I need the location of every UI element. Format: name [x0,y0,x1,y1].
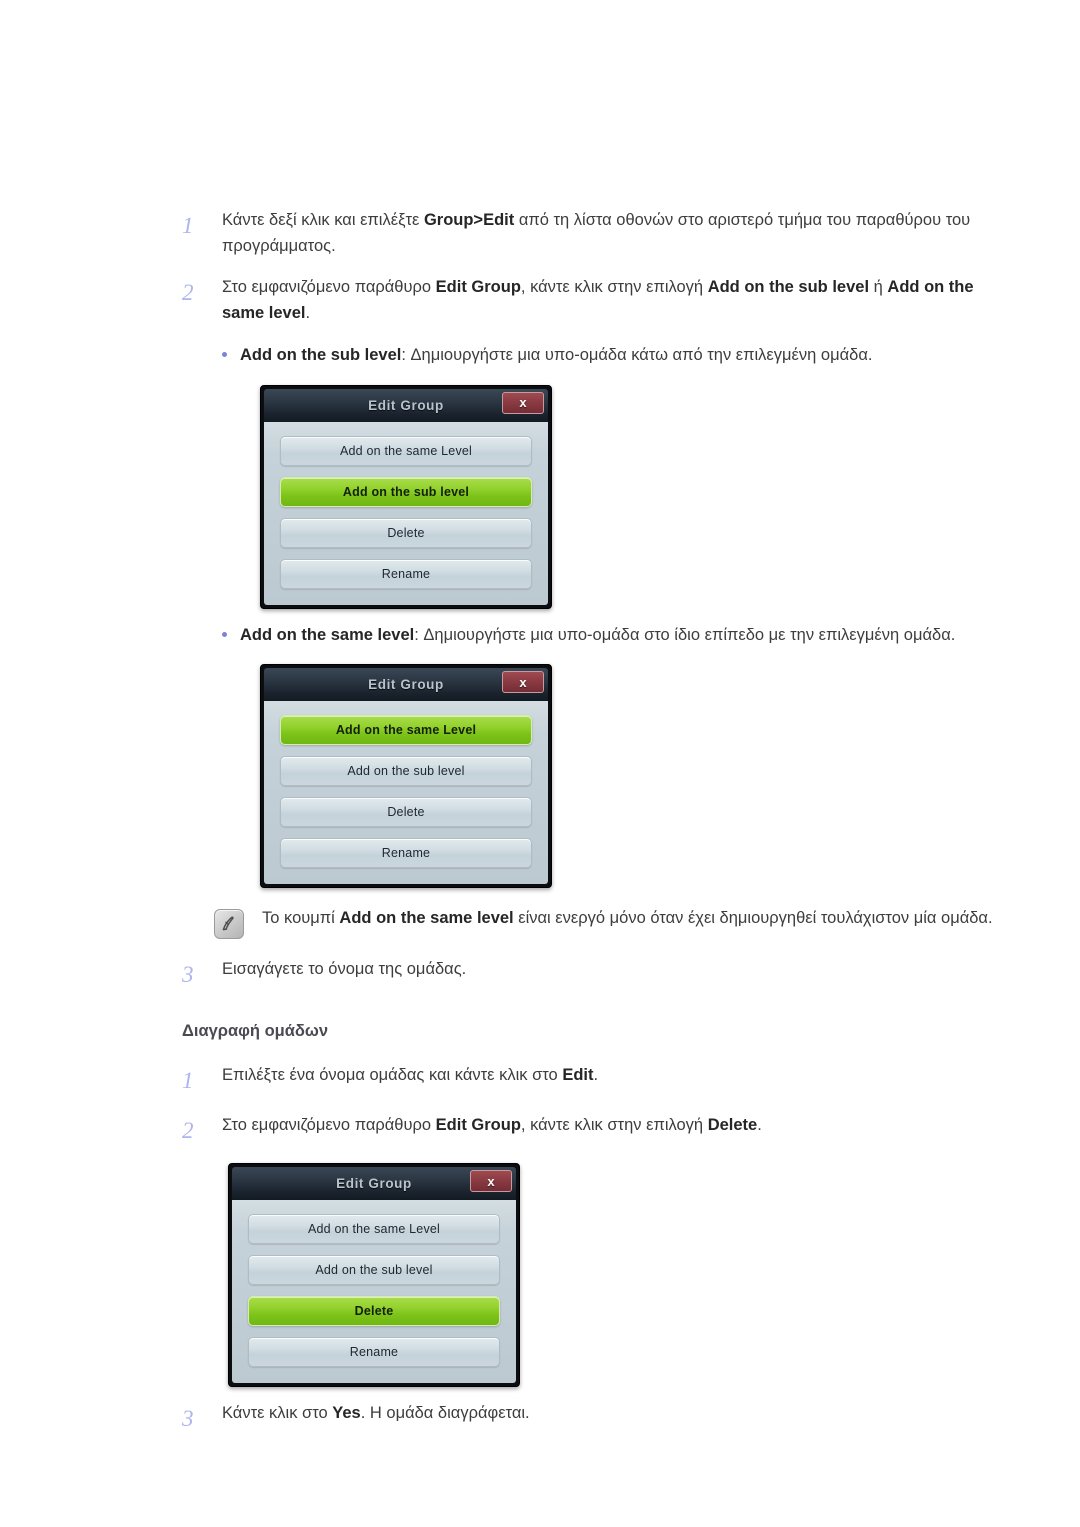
step-text: Κάντε κλικ στο Yes. Η ομάδα διαγράφεται. [222,1404,530,1423]
button-label: Add on the same Level [307,1222,441,1237]
dialog-titlebar: Edit Group x [264,668,548,702]
button-add-on-same-level[interactable]: Add on the same Level [280,715,532,746]
close-icon[interactable]: x [502,671,544,694]
bullet-add-on-sub-level: Add on the sub level: Δημιουργήστε μια υ… [222,343,1000,369]
dialog-body: Add on the same Level Add on the sub lev… [232,1200,516,1384]
dialog-titlebar: Edit Group x [264,388,548,422]
button-label: Add on the same Level [335,723,477,738]
step-text: Επιλέξτε ένα όνομα ομάδας και κάντε κλικ… [222,1065,599,1084]
button-label: Add on the sub level [347,764,465,779]
dialog-wrapper-sub-level: Edit Group x Add on the same Level Add o… [260,384,1000,609]
step-number: 2 [182,1118,194,1144]
dialog-title: Edit Group [336,1176,412,1192]
button-add-on-same-level[interactable]: Add on the same Level [248,1214,500,1245]
button-rename[interactable]: Rename [280,558,532,589]
page-content: 1 Κάντε δεξί κλικ και επιλέξτε Group>Edi… [182,208,1000,1452]
button-add-on-sub-level[interactable]: Add on the sub level [280,476,532,507]
step-text: Κάντε δεξί κλικ και επιλέξτε Group>Edit … [222,211,971,255]
step-create-3: 3 Εισαγάγετε το όνομα της ομάδας. [182,957,1000,991]
dialog-titlebar: Edit Group x [232,1167,516,1201]
button-label: Delete [387,805,425,820]
bullet-dot-icon [222,343,240,357]
close-icon-glyph: x [519,674,527,690]
button-add-on-same-level[interactable]: Add on the same Level [280,435,532,466]
bullet-dot-icon [222,623,240,637]
close-icon-glyph: x [519,395,527,411]
button-rename[interactable]: Rename [248,1337,500,1368]
step-number: 1 [182,1067,194,1093]
close-icon[interactable]: x [470,1170,512,1193]
bullet-text: Add on the same level: Δημιουργήστε μια … [240,625,956,644]
button-label: Add on the sub level [315,1263,433,1278]
edit-group-dialog[interactable]: Edit Group x Add on the same Level Add o… [260,384,552,609]
step-text: Στο εμφανιζόμενο παράθυρο Edit Group, κά… [222,278,974,323]
button-delete[interactable]: Delete [248,1296,500,1327]
edit-group-dialog[interactable]: Edit Group x Add on the same Level Add o… [260,664,552,889]
button-add-on-sub-level[interactable]: Add on the sub level [248,1255,500,1286]
button-label: Rename [381,846,431,861]
button-label: Delete [387,525,425,540]
edit-group-dialog[interactable]: Edit Group x Add on the same Level Add o… [228,1163,520,1388]
button-label: Rename [349,1345,399,1360]
dialog-title: Edit Group [368,677,444,693]
step-number: 3 [182,962,194,988]
dialog-title: Edit Group [368,397,444,413]
button-rename[interactable]: Rename [280,838,532,869]
step-delete-2: 2 Στο εμφανιζόμενο παράθυρο Edit Group, … [182,1113,1000,1147]
button-label: Delete [354,1304,394,1319]
step-text: Στο εμφανιζόμενο παράθυρο Edit Group, κά… [222,1116,762,1135]
button-label: Add on the sub level [342,484,470,499]
step-number: 2 [182,280,194,306]
manual-page: 1 Κάντε δεξί κλικ και επιλέξτε Group>Edi… [0,0,1080,1527]
bullet-add-on-same-level: Add on the same level: Δημιουργήστε μια … [222,623,1000,649]
note-block: Το κουμπί Add on the same level είναι εν… [214,906,1000,940]
dialog-body: Add on the same Level Add on the sub lev… [264,421,548,605]
step-create-1: 1 Κάντε δεξί κλικ και επιλέξτε Group>Edi… [182,208,1000,259]
step-number: 1 [182,213,194,238]
step-delete-3: 3 Κάντε κλικ στο Yes. Η ομάδα διαγράφετα… [182,1401,1000,1435]
button-add-on-sub-level[interactable]: Add on the sub level [280,756,532,787]
note-text: Το κουμπί Add on the same level είναι εν… [262,909,993,928]
note-pencil-icon [214,906,262,940]
button-delete[interactable]: Delete [280,517,532,548]
close-icon-glyph: x [487,1173,495,1189]
bullet-text: Add on the sub level: Δημιουργήστε μια υ… [240,345,873,364]
button-label: Add on the same Level [339,443,473,458]
step-delete-1: 1 Επιλέξτε ένα όνομα ομάδας και κάντε κλ… [182,1063,1000,1097]
section-heading: Διαγραφή ομάδων [182,1021,329,1040]
close-icon[interactable]: x [502,391,544,414]
step-text: Εισαγάγετε το όνομα της ομάδας. [222,960,467,979]
step-number: 3 [182,1406,194,1432]
dialog-wrapper-same-level: Edit Group x Add on the same Level Add o… [260,664,1000,889]
button-delete[interactable]: Delete [280,797,532,828]
button-label: Rename [381,566,431,581]
dialog-wrapper-delete: Edit Group x Add on the same Level Add o… [228,1163,1000,1388]
step-create-2: 2 Στο εμφανιζόμενο παράθυρο Edit Group, … [182,275,1000,326]
dialog-body: Add on the same Level Add on the sub lev… [264,701,548,885]
